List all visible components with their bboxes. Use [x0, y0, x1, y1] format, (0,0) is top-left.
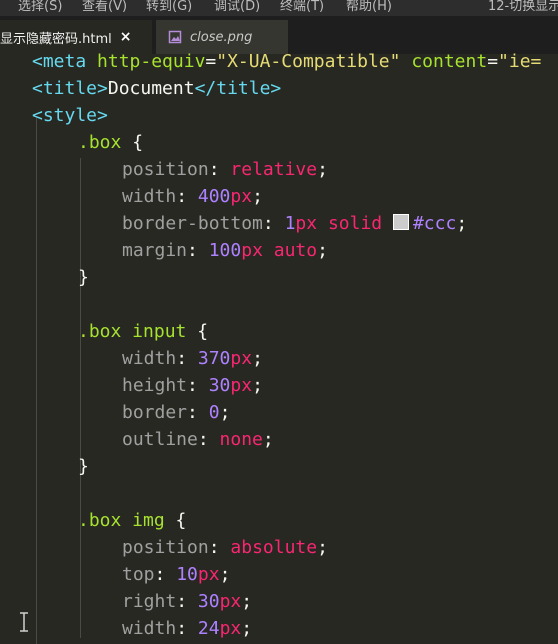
- code-line: .box {: [78, 132, 144, 153]
- menu-item-debug[interactable]: 调试(D): [214, 0, 260, 14]
- code-editor[interactable]: <meta http-equiv="X-UA-Compatible" conte…: [0, 51, 558, 644]
- code-line: .box input {: [78, 321, 209, 342]
- menu-item-goto[interactable]: 转到(G): [146, 0, 192, 14]
- code-line: width: 400px;: [122, 186, 263, 207]
- code-line: right: 30px;: [122, 591, 253, 612]
- menu-item-help[interactable]: 帮助(H): [346, 0, 392, 14]
- code-line: border: 0;: [122, 402, 231, 423]
- code-line: <title>Document</title>: [32, 78, 282, 99]
- code-line: outline: none;: [122, 429, 274, 450]
- code-line: width: 370px;: [122, 348, 263, 369]
- code-line: top: 10px;: [122, 564, 231, 585]
- code-line: margin: 100px auto;: [122, 240, 328, 261]
- tab-label: close.png: [190, 29, 253, 45]
- close-icon[interactable]: ×: [120, 29, 132, 45]
- code-line: width: 24px;: [122, 618, 253, 639]
- text-cursor-icon: [20, 612, 28, 632]
- code-line: height: 30px;: [122, 375, 263, 396]
- code-line: border-bottom: 1px solid #ccc;: [122, 213, 468, 234]
- menu-bar: 选择(S) 查看(V) 转到(G) 调试(D) 终端(T) 帮助(H) 12-切…: [0, 0, 558, 16]
- code-line: .box img {: [78, 510, 187, 531]
- code-line: }: [78, 456, 89, 477]
- indent-guide: [36, 118, 37, 644]
- color-swatch[interactable]: [392, 214, 409, 230]
- menu-item-terminal[interactable]: 终端(T): [280, 0, 324, 14]
- window-title: 12-切换显示: [488, 0, 558, 14]
- menu-item-view[interactable]: 查看(V): [82, 0, 127, 14]
- image-file-icon: [168, 30, 182, 44]
- indent-guide: [80, 158, 81, 638]
- code-line: <meta http-equiv="X-UA-Compatible" conte…: [32, 51, 542, 72]
- tab-label: 显示隐藏密码.html: [0, 31, 112, 47]
- code-line: <style>: [32, 105, 108, 126]
- code-line: position: relative;: [122, 159, 328, 180]
- code-line: }: [78, 267, 89, 288]
- menu-item-selection[interactable]: 选择(S): [18, 0, 62, 14]
- code-line: position: absolute;: [122, 537, 328, 558]
